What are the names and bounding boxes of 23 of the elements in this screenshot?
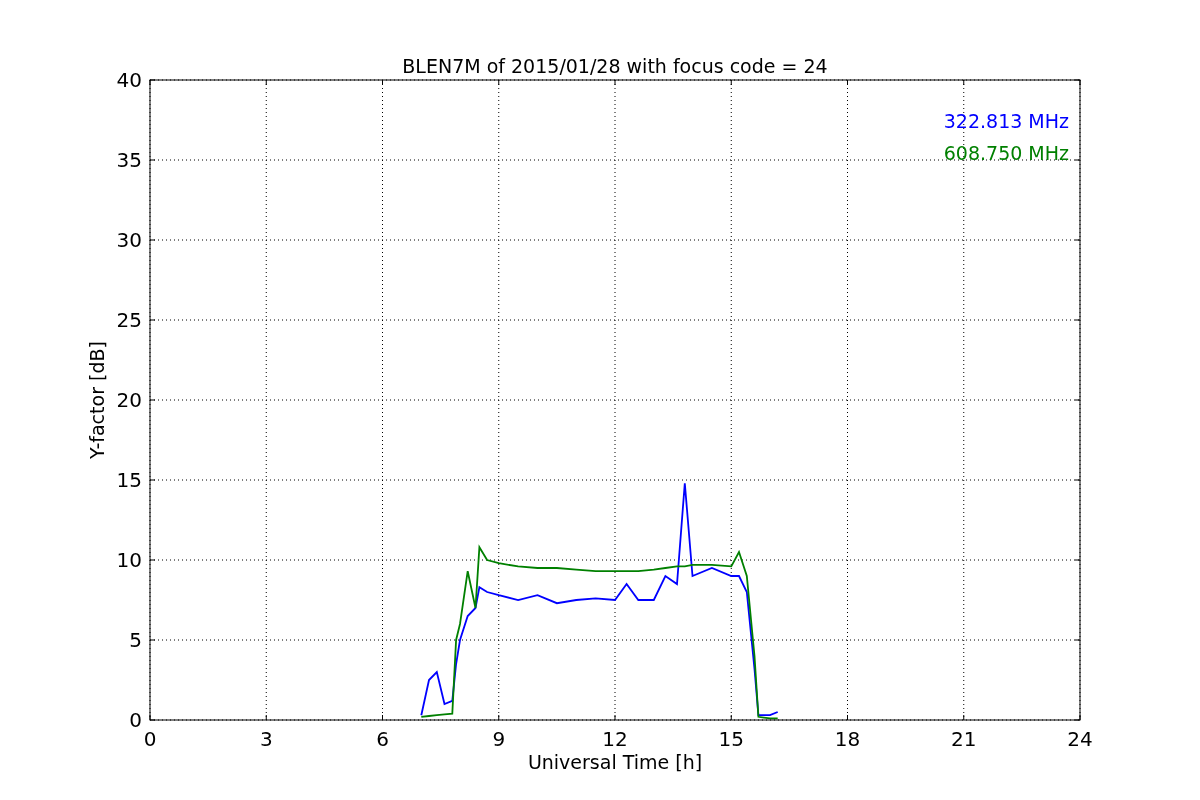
x-tick-label: 21 <box>951 727 977 751</box>
y-tick-label: 40 <box>116 68 142 92</box>
y-tick-label: 30 <box>116 228 142 252</box>
x-tick-label: 18 <box>834 727 861 751</box>
y-tick-label: 0 <box>129 708 142 732</box>
y-tick-label: 35 <box>116 148 142 172</box>
x-tick-label: 6 <box>376 727 389 751</box>
y-axis-label: Y-factor [dB] <box>86 341 108 459</box>
x-tick-label: 0 <box>143 727 157 751</box>
y-tick-label: 10 <box>116 548 142 572</box>
x-tick-label: 24 <box>1067 727 1093 751</box>
x-axis-label: Universal Time [h] <box>527 751 703 773</box>
legend-label: 608.750 MHz <box>943 142 1069 164</box>
y-tick-label: 20 <box>116 388 142 412</box>
y-tick-label: 5 <box>129 628 142 652</box>
x-tick-label: 12 <box>602 727 628 751</box>
chart-title: BLEN7M of 2015/01/28 with focus code = 24 <box>402 55 828 77</box>
legend-label: 322.813 MHz <box>943 110 1069 132</box>
y-tick-label: 15 <box>116 468 142 492</box>
y-tick-label: 25 <box>116 308 142 332</box>
x-tick-label: 9 <box>492 727 506 751</box>
x-tick-label: 15 <box>718 727 744 751</box>
x-tick-label: 3 <box>259 727 273 751</box>
